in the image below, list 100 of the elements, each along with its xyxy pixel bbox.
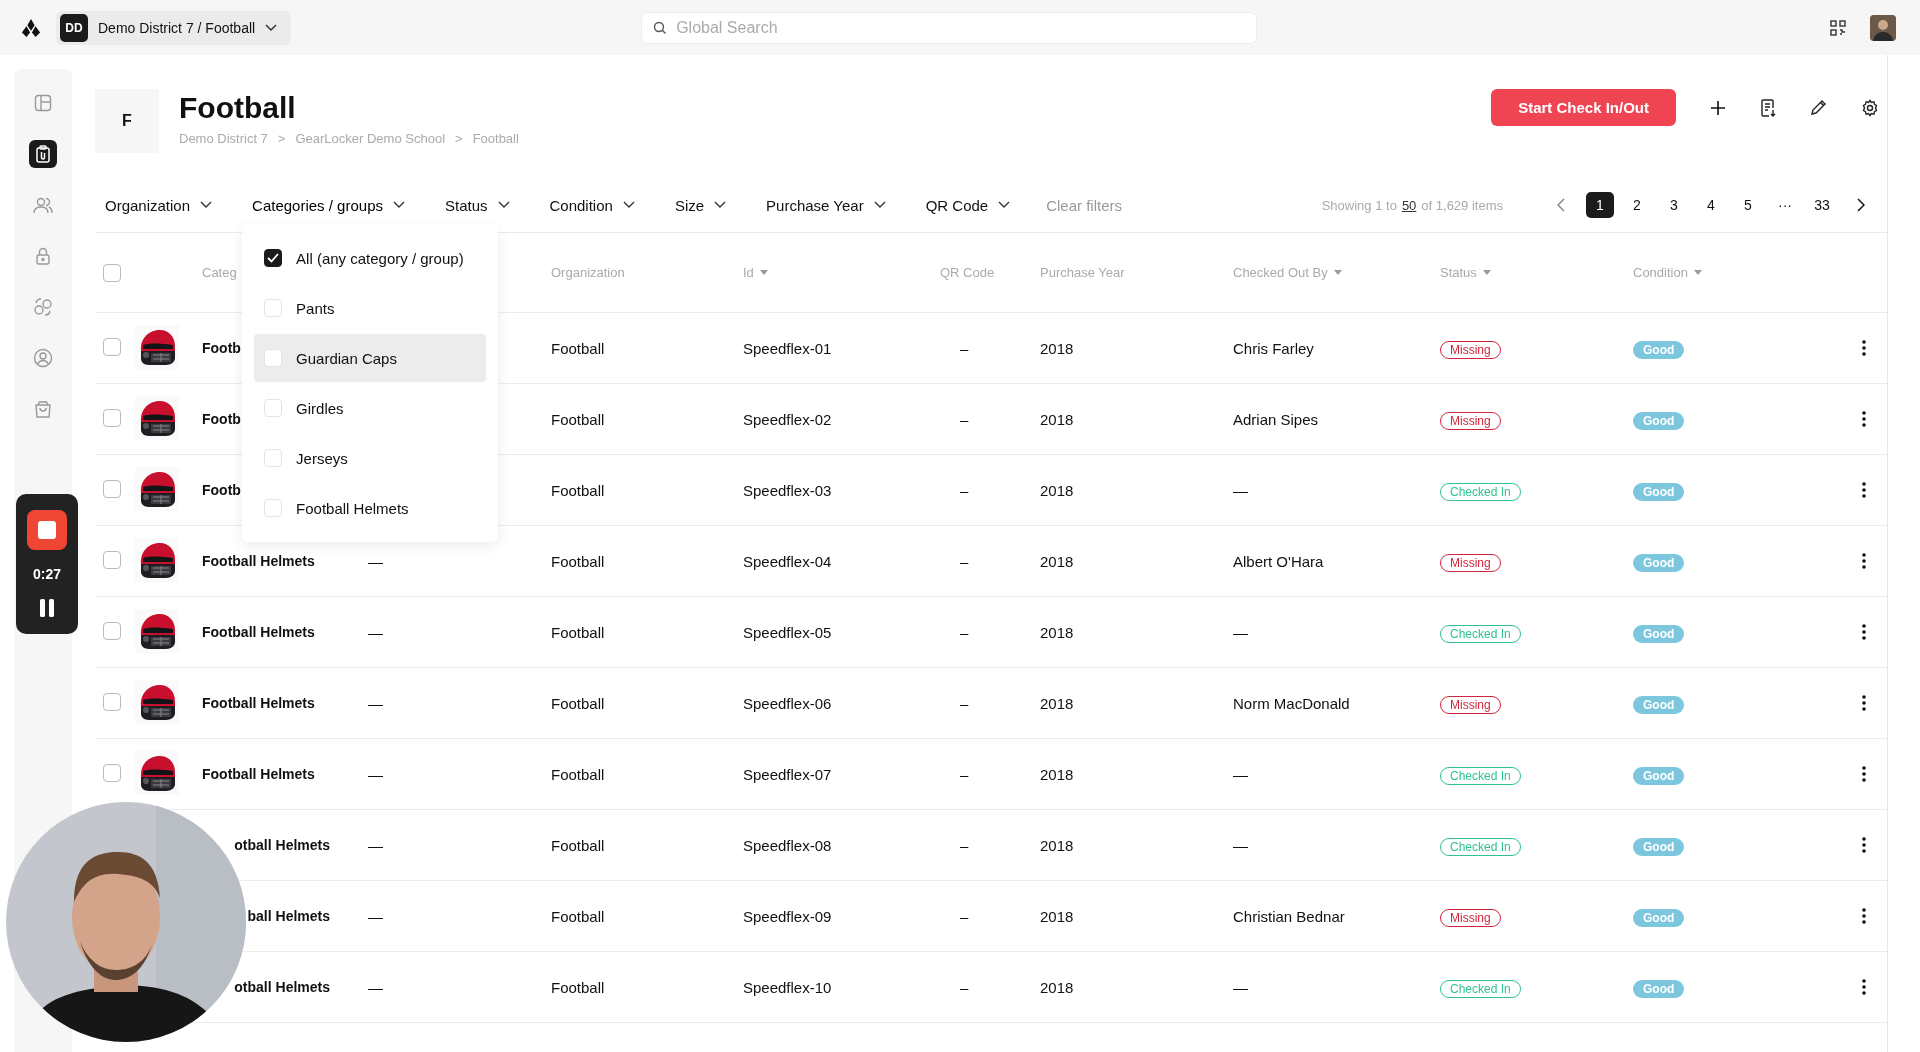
id-cell: Speedflex-08 — [743, 836, 832, 854]
filter-dropdown[interactable]: Organization — [95, 188, 213, 222]
start-check-in-out-button[interactable]: Start Check In/Out — [1491, 89, 1676, 126]
checked-out-by-cell: — — [1233, 481, 1248, 499]
filter-dropdown[interactable]: Purchase Year — [756, 188, 886, 222]
sort-caret-icon[interactable] — [1333, 270, 1342, 275]
dropdown-option[interactable]: Football Helmets — [254, 484, 487, 532]
more-options-icon[interactable] — [1862, 340, 1866, 356]
checkbox[interactable] — [264, 249, 283, 267]
dropdown-option[interactable]: Jerseys — [254, 434, 487, 482]
more-options-icon[interactable] — [1862, 411, 1866, 427]
id-cell: Speedflex-03 — [743, 481, 832, 499]
qr-code-icon[interactable] — [1830, 19, 1846, 36]
page-button[interactable]: 3 — [1660, 192, 1688, 218]
checked-out-by-cell: Albert O'Hara — [1233, 552, 1324, 570]
chevron-down-icon — [622, 201, 635, 209]
more-options-icon[interactable] — [1862, 482, 1866, 498]
purchase-year-cell: 2018 — [1040, 410, 1074, 428]
more-options-icon[interactable] — [1862, 624, 1866, 640]
page-title: Football — [179, 91, 297, 125]
document-download-icon[interactable] — [1760, 98, 1776, 117]
next-page-icon[interactable] — [1857, 198, 1865, 212]
organization-cell: Football — [551, 694, 605, 712]
page-button[interactable]: 5 — [1734, 192, 1762, 218]
filter-dropdown[interactable]: QR Code — [915, 188, 1011, 222]
select-all-checkbox[interactable] — [103, 263, 121, 282]
people-icon[interactable] — [33, 196, 53, 214]
category-name: Football Helmets — [202, 695, 315, 711]
sort-caret-icon[interactable] — [1693, 270, 1702, 275]
page-button[interactable]: 4 — [1697, 192, 1725, 218]
category-name: otball Helmets — [233, 979, 330, 995]
id-cell: Speedflex-04 — [743, 552, 832, 570]
filter-dropdown[interactable]: Status — [434, 188, 510, 222]
dashboard-icon[interactable] — [34, 94, 52, 112]
category-name: ball Helmets — [246, 908, 330, 924]
filter-dropdown[interactable]: Size — [664, 188, 727, 222]
more-options-icon[interactable] — [1862, 908, 1866, 924]
swap-icon[interactable] — [33, 297, 53, 317]
more-options-icon[interactable] — [1862, 766, 1866, 782]
checked-out-by-cell: — — [1233, 623, 1248, 641]
row-checkbox[interactable] — [103, 621, 121, 640]
organization-cell: Football — [551, 978, 605, 996]
plus-icon[interactable] — [1710, 99, 1726, 116]
previous-page-icon[interactable] — [1557, 198, 1565, 212]
chevron-down-icon — [265, 23, 278, 32]
more-options-icon[interactable] — [1862, 979, 1866, 995]
condition-badge: Good — [1633, 411, 1685, 430]
category-name: otball Helmets — [233, 837, 330, 853]
stop-recording-button[interactable] — [27, 510, 67, 550]
dropdown-option[interactable]: Guardian Caps — [254, 334, 487, 382]
bag-icon[interactable] — [34, 400, 52, 418]
id-cell: Speedflex-06 — [743, 694, 832, 712]
page-button[interactable]: ··· — [1771, 192, 1799, 218]
search-field[interactable]: Global Search — [641, 11, 1258, 44]
user-circle-icon[interactable] — [33, 348, 53, 368]
dropdown-option[interactable]: Girdles — [254, 384, 487, 432]
purchase-year-cell: 2018 — [1040, 694, 1074, 712]
filter-dropdown[interactable]: Categories / groups — [242, 188, 405, 222]
sort-caret-icon[interactable] — [1482, 270, 1491, 275]
condition-badge: Good — [1633, 766, 1685, 785]
row-checkbox[interactable] — [103, 550, 121, 569]
category-name: Footb — [202, 411, 241, 427]
more-options-icon[interactable] — [1862, 837, 1866, 853]
dropdown-option[interactable]: Pants — [254, 284, 487, 332]
category-name: Footb — [202, 482, 241, 498]
filter-dropdown[interactable]: Condition — [539, 188, 635, 222]
page-size-link[interactable]: 50 — [1401, 197, 1417, 213]
row-checkbox[interactable] — [103, 763, 121, 782]
avatar-icon[interactable] — [1870, 14, 1896, 41]
lock-icon[interactable] — [34, 247, 52, 265]
id-cell: Speedflex-09 — [743, 907, 832, 925]
organization-cell: Football — [551, 339, 605, 357]
sort-caret-icon[interactable] — [759, 270, 768, 275]
organization-switcher[interactable]: DD Demo District 7 / Football — [56, 10, 292, 45]
pencil-icon[interactable] — [1810, 99, 1827, 116]
more-options-icon[interactable] — [1862, 553, 1866, 569]
row-checkbox[interactable] — [103, 408, 121, 427]
table-cell: — — [368, 694, 383, 712]
organization-cell: Football — [551, 623, 605, 641]
row-checkbox[interactable] — [103, 337, 121, 356]
row-checkbox[interactable] — [103, 479, 121, 498]
organization-name: Demo District 7 / Football — [98, 19, 256, 36]
page-button[interactable]: 2 — [1623, 192, 1651, 218]
dropdown-option[interactable]: All (any category / group) — [254, 234, 487, 282]
more-options-icon[interactable] — [1862, 695, 1866, 711]
page-button[interactable]: 33 — [1808, 192, 1836, 218]
table-cell: — — [368, 552, 383, 570]
organization-cell: Football — [551, 907, 605, 925]
settings-icon[interactable] — [1861, 98, 1879, 117]
id-cell: Speedflex-01 — [743, 339, 832, 357]
qr-code-cell: – — [960, 481, 969, 499]
page-button[interactable]: 1 — [1586, 192, 1614, 218]
id-cell: Speedflex-05 — [743, 623, 832, 641]
condition-badge: Good — [1633, 553, 1685, 572]
organization-cell: Football — [551, 836, 605, 854]
clipboard-icon[interactable] — [34, 145, 52, 163]
condition-badge: Good — [1633, 482, 1685, 501]
chevron-down-icon — [714, 201, 727, 209]
row-checkbox[interactable] — [103, 692, 121, 711]
pause-icon[interactable] — [39, 598, 55, 618]
